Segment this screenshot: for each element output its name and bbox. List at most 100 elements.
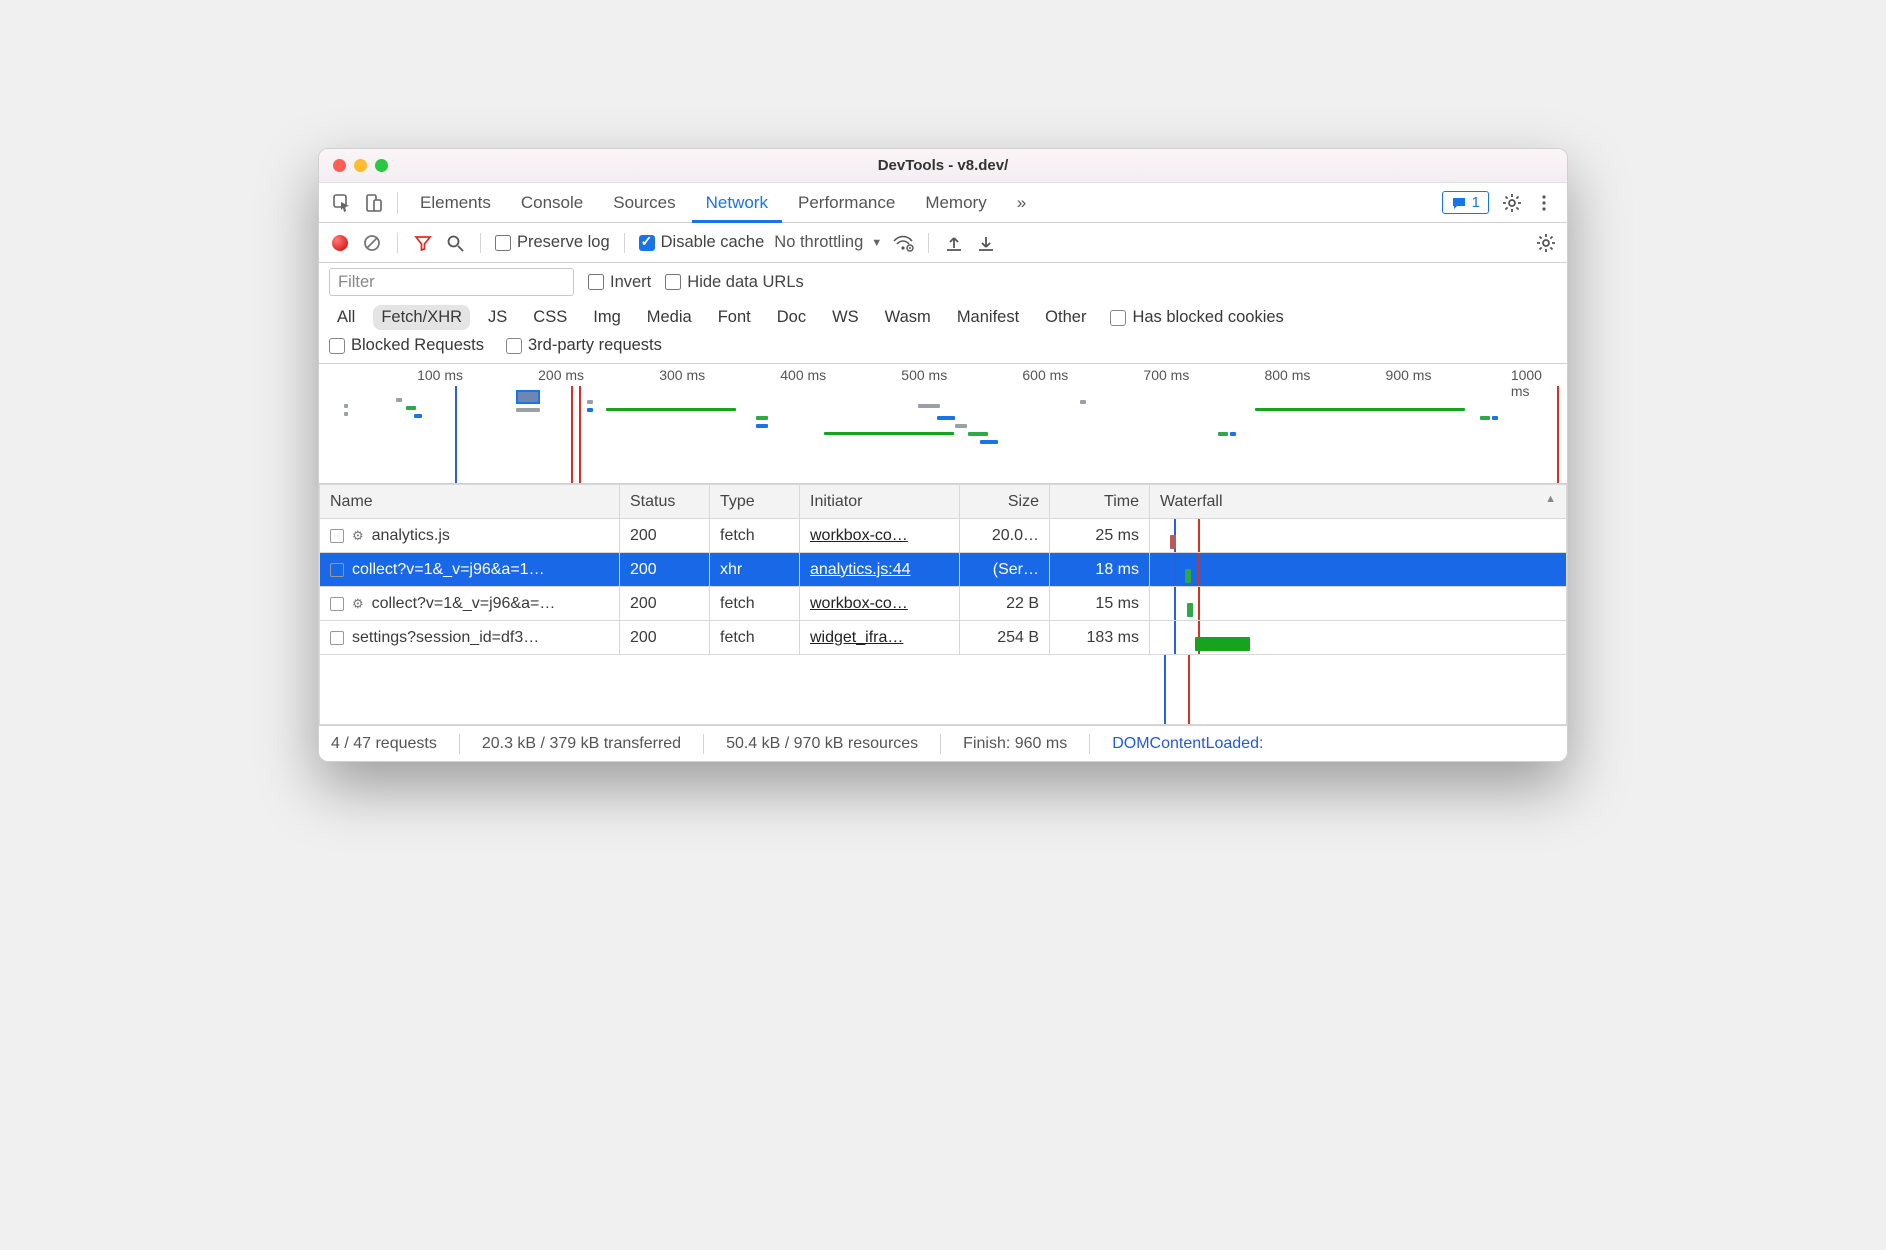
tab-network[interactable]: Network — [692, 183, 782, 223]
initiator-link[interactable]: widget_ifra… — [810, 629, 903, 646]
window-controls — [333, 159, 388, 172]
has-blocked-cookies-checkbox[interactable]: Has blocked cookies — [1110, 308, 1283, 327]
window-title: DevTools - v8.dev/ — [319, 157, 1567, 174]
table-row[interactable]: collect?v=1&_v=j96&a=1…200xhranalytics.j… — [320, 553, 1567, 587]
issues-badge[interactable]: 1 — [1442, 191, 1489, 214]
network-toolbar: Preserve log Disable cache No throttling… — [319, 223, 1567, 263]
file-icon — [330, 597, 344, 611]
tab-elements[interactable]: Elements — [406, 183, 505, 223]
type-chip-css[interactable]: CSS — [525, 305, 575, 330]
filter-input[interactable]: Filter — [329, 268, 574, 296]
search-icon[interactable] — [444, 232, 466, 254]
table-row[interactable]: ⚙collect?v=1&_v=j96&a=…200fetchworkbox-c… — [320, 587, 1567, 621]
minimize-window-button[interactable] — [354, 159, 367, 172]
timeline-tick: 700 ms — [1143, 367, 1189, 383]
status-bar: 4 / 47 requests 20.3 kB / 379 kB transfe… — [319, 725, 1567, 761]
table-row[interactable]: settings?session_id=df3…200fetchwidget_i… — [320, 621, 1567, 655]
timeline-overview[interactable]: 100 ms200 ms300 ms400 ms500 ms600 ms700 … — [319, 364, 1567, 484]
divider — [397, 192, 398, 214]
file-icon — [330, 563, 344, 577]
devtools-window: DevTools - v8.dev/ ElementsConsoleSource… — [318, 148, 1568, 762]
type-chip-all[interactable]: All — [329, 305, 363, 330]
tab-memory[interactable]: Memory — [911, 183, 1000, 223]
resource-type-filter: All Fetch/XHR JS CSS Img Media Font Doc WS Wasm Ma… — [319, 301, 1567, 332]
hide-data-urls-checkbox[interactable]: Hide data URLs — [665, 273, 803, 292]
type-chip-js[interactable]: JS — [480, 305, 515, 330]
third-party-checkbox[interactable]: 3rd-party requests — [506, 336, 662, 355]
col-name[interactable]: Name — [320, 485, 620, 519]
tab-console[interactable]: Console — [507, 183, 597, 223]
timeline-tick: 400 ms — [780, 367, 826, 383]
upload-har-icon[interactable] — [943, 232, 965, 254]
download-har-icon[interactable] — [975, 232, 997, 254]
throttling-select[interactable]: No throttling ▼ — [774, 233, 882, 252]
initiator-link[interactable]: analytics.js:44 — [810, 561, 911, 578]
hide-data-urls-label: Hide data URLs — [687, 273, 803, 292]
panel-tabs: ElementsConsoleSourcesNetworkPerformance… — [319, 183, 1567, 223]
col-type[interactable]: Type — [710, 485, 800, 519]
status-finish: Finish: 960 ms — [963, 735, 1067, 753]
type-chip-manifest[interactable]: Manifest — [949, 305, 1027, 330]
col-size[interactable]: Size — [960, 485, 1050, 519]
requests-table: Name Status Type Initiator Size Time Wat… — [319, 484, 1567, 655]
status-requests: 4 / 47 requests — [331, 735, 437, 753]
disable-cache-checkbox[interactable]: Disable cache — [639, 233, 765, 252]
filter-subrow: Blocked Requests 3rd-party requests — [319, 332, 1567, 364]
blocked-requests-checkbox[interactable]: Blocked Requests — [329, 336, 484, 355]
chevron-down-icon: ▼ — [871, 237, 882, 249]
waterfall-gutter — [319, 655, 1567, 725]
filter-icon[interactable] — [412, 232, 434, 254]
invert-checkbox[interactable]: Invert — [588, 273, 651, 292]
col-time[interactable]: Time — [1050, 485, 1150, 519]
gear-icon: ⚙ — [352, 528, 364, 544]
disable-cache-label: Disable cache — [661, 233, 765, 252]
throttling-value: No throttling — [774, 233, 863, 252]
type-chip-wasm[interactable]: Wasm — [877, 305, 939, 330]
message-icon — [1451, 195, 1467, 211]
filter-placeholder: Filter — [338, 273, 375, 292]
type-chip-media[interactable]: Media — [639, 305, 700, 330]
tab-performance[interactable]: Performance — [784, 183, 909, 223]
timeline-tick: 900 ms — [1386, 367, 1432, 383]
type-chip-doc[interactable]: Doc — [769, 305, 814, 330]
initiator-link[interactable]: workbox-co… — [810, 595, 908, 612]
col-waterfall[interactable]: Waterfall — [1150, 485, 1567, 519]
filter-bar: Filter Invert Hide data URLs — [319, 263, 1567, 301]
gear-icon: ⚙ — [352, 596, 364, 612]
timeline-tick: 600 ms — [1022, 367, 1068, 383]
timeline-tick: 500 ms — [901, 367, 947, 383]
close-window-button[interactable] — [333, 159, 346, 172]
invert-label: Invert — [610, 273, 651, 292]
initiator-link[interactable]: workbox-co… — [810, 527, 908, 544]
col-initiator[interactable]: Initiator — [800, 485, 960, 519]
type-chip-font[interactable]: Font — [710, 305, 759, 330]
file-icon — [330, 529, 344, 543]
device-toolbar-icon[interactable] — [359, 188, 389, 218]
titlebar: DevTools - v8.dev/ — [319, 149, 1567, 183]
clear-icon[interactable] — [361, 232, 383, 254]
settings-icon[interactable] — [1497, 188, 1527, 218]
table-row[interactable]: ⚙analytics.js200fetchworkbox-co…20.0…25 … — [320, 519, 1567, 553]
maximize-window-button[interactable] — [375, 159, 388, 172]
status-resources: 50.4 kB / 970 kB resources — [726, 735, 918, 753]
tab-overflow[interactable]: » — [1003, 183, 1040, 223]
timeline-tick: 100 ms — [417, 367, 463, 383]
more-tabs-icon: » — [1017, 193, 1026, 213]
record-button[interactable] — [329, 232, 351, 254]
type-chip-ws[interactable]: WS — [824, 305, 867, 330]
type-chip-other[interactable]: Other — [1037, 305, 1094, 330]
type-chip-img[interactable]: Img — [585, 305, 629, 330]
preserve-log-checkbox[interactable]: Preserve log — [495, 233, 610, 252]
issues-count: 1 — [1472, 194, 1480, 211]
type-chip-fetch-xhr[interactable]: Fetch/XHR — [373, 305, 470, 330]
preserve-log-label: Preserve log — [517, 233, 610, 252]
col-status[interactable]: Status — [620, 485, 710, 519]
timeline-tick: 200 ms — [538, 367, 584, 383]
file-icon — [330, 631, 344, 645]
inspect-element-icon[interactable] — [327, 188, 357, 218]
network-settings-icon[interactable] — [1535, 232, 1557, 254]
kebab-menu-icon[interactable] — [1529, 188, 1559, 218]
network-conditions-icon[interactable] — [892, 232, 914, 254]
tab-sources[interactable]: Sources — [599, 183, 689, 223]
timeline-tick: 800 ms — [1264, 367, 1310, 383]
